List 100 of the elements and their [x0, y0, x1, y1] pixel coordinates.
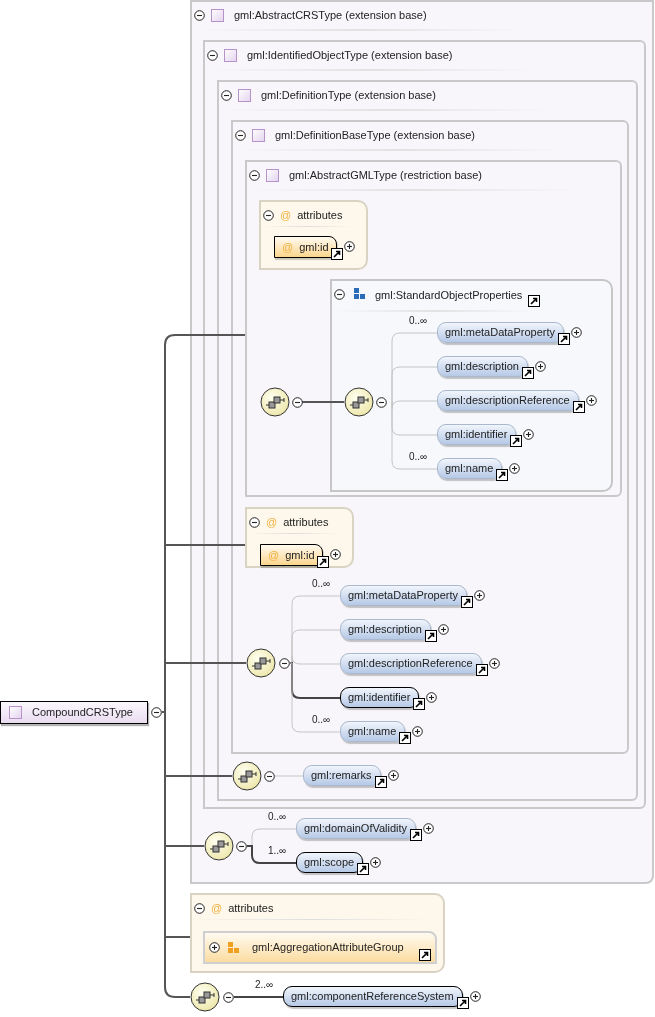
- link-arrow-icon[interactable]: [316, 556, 329, 568]
- type-icon: [266, 168, 279, 182]
- collapse-icon[interactable]: [151, 707, 162, 718]
- element-node[interactable]: gml:descriptionReference: [437, 390, 579, 411]
- base-type-label: gml:AbstractCRSType (extension base): [234, 8, 427, 23]
- collapse-icon[interactable]: [221, 89, 232, 101]
- occurrence-label: 0..∞: [312, 579, 331, 589]
- expand-icon[interactable]: [585, 395, 597, 406]
- expand-icon[interactable]: [488, 658, 500, 669]
- link-arrow-icon[interactable]: [475, 664, 488, 676]
- link-arrow-icon[interactable]: [374, 776, 387, 788]
- link-arrow-icon[interactable]: [425, 630, 437, 642]
- collapse-icon[interactable]: [249, 516, 260, 528]
- expand-icon[interactable]: [523, 429, 535, 440]
- link-arrow-icon[interactable]: [456, 997, 469, 1009]
- occurrence-label: 1..∞: [268, 846, 287, 856]
- type-icon: [224, 48, 237, 62]
- sequence-icon[interactable]: [344, 387, 375, 418]
- element-node[interactable]: gml:metaDataProperty: [437, 322, 565, 343]
- expand-icon[interactable]: [509, 463, 521, 474]
- attribute-node[interactable]: @ gml:id: [274, 236, 337, 258]
- expand-icon[interactable]: [469, 991, 481, 1002]
- attributes-label: attributes: [297, 208, 343, 223]
- element-node[interactable]: gml:domainOfValidity: [296, 818, 417, 839]
- link-arrow-icon[interactable]: [528, 295, 541, 307]
- base-type-label: gml:IdentifiedObjectType (extension base): [247, 48, 453, 63]
- occurrence-label: 0..∞: [268, 812, 287, 822]
- attributes-label: attributes: [228, 901, 274, 916]
- attribute-symbol: @: [211, 901, 223, 916]
- sequence-icon[interactable]: [246, 648, 277, 679]
- attribute-symbol: @: [266, 515, 278, 530]
- expand-icon[interactable]: [370, 857, 382, 868]
- collapse-icon[interactable]: [236, 841, 247, 852]
- link-arrow-icon[interactable]: [413, 698, 426, 710]
- element-node[interactable]: gml:scope: [296, 852, 364, 873]
- expand-icon[interactable]: [426, 692, 438, 703]
- element-node[interactable]: gml:name: [437, 458, 503, 479]
- sequence-icon[interactable]: [232, 761, 263, 792]
- link-arrow-icon[interactable]: [410, 829, 423, 841]
- attribute-node[interactable]: @ gml:id: [260, 544, 323, 566]
- connector-line: [164, 775, 233, 777]
- type-node[interactable]: CompoundCRSType: [0, 701, 148, 724]
- sequence-icon[interactable]: [260, 387, 291, 418]
- expand-icon[interactable]: [423, 823, 435, 834]
- occurrence-label: 0..∞: [409, 452, 428, 462]
- element-node[interactable]: gml:metaDataProperty: [340, 585, 468, 606]
- link-arrow-icon[interactable]: [496, 469, 509, 481]
- connector-line: [246, 845, 297, 864]
- collapse-icon[interactable]: [194, 9, 205, 21]
- collapse-icon[interactable]: [249, 169, 260, 181]
- expand-icon[interactable]: [329, 549, 341, 560]
- base-type-label: gml:DefinitionType (extension base): [261, 88, 436, 103]
- link-arrow-icon[interactable]: [419, 948, 431, 961]
- type-icon: [9, 706, 22, 719]
- collapse-icon[interactable]: [263, 209, 274, 221]
- link-arrow-icon[interactable]: [357, 863, 370, 875]
- link-arrow-icon[interactable]: [572, 401, 585, 413]
- collapse-icon[interactable]: [334, 289, 345, 300]
- link-arrow-icon[interactable]: [399, 732, 412, 744]
- element-node[interactable]: gml:description: [340, 619, 431, 640]
- expand-icon[interactable]: [474, 590, 486, 601]
- group-name: gml:StandardObjectProperties: [375, 288, 523, 303]
- connector-line: [161, 711, 166, 713]
- expand-icon[interactable]: [209, 942, 220, 953]
- collapse-icon[interactable]: [223, 992, 234, 1003]
- occurrence-label: 0..∞: [409, 316, 428, 326]
- connector-line: [233, 996, 284, 998]
- group-icon: [354, 288, 366, 300]
- element-node[interactable]: gml:componentReferenceSystem: [283, 986, 463, 1007]
- link-arrow-icon[interactable]: [330, 248, 343, 260]
- attribute-symbol: @: [280, 208, 292, 223]
- expand-icon[interactable]: [343, 241, 355, 252]
- expand-icon[interactable]: [387, 770, 399, 781]
- expand-icon[interactable]: [438, 624, 449, 635]
- expand-icon[interactable]: [535, 361, 546, 372]
- element-node[interactable]: gml:identifier: [437, 424, 517, 445]
- link-arrow-icon[interactable]: [522, 367, 534, 379]
- link-arrow-icon[interactable]: [510, 435, 523, 447]
- element-node[interactable]: gml:remarks: [303, 765, 381, 786]
- collapse-icon[interactable]: [376, 397, 387, 408]
- occurrence-label: 0..∞: [312, 715, 331, 725]
- link-arrow-icon[interactable]: [461, 596, 474, 608]
- element-node[interactable]: gml:name: [340, 721, 406, 742]
- sequence-icon[interactable]: [190, 982, 221, 1013]
- connector-line: [164, 845, 205, 847]
- collapse-icon[interactable]: [194, 902, 205, 914]
- expand-icon[interactable]: [412, 726, 424, 737]
- element-node[interactable]: gml:description: [437, 356, 528, 377]
- sequence-icon[interactable]: [204, 831, 235, 862]
- element-node[interactable]: gml:identifier: [340, 687, 420, 708]
- collapse-icon[interactable]: [279, 658, 290, 669]
- collapse-icon[interactable]: [235, 129, 246, 141]
- attribute-group-node[interactable]: gml:AggregationAttributeGroup: [203, 931, 437, 964]
- expand-icon[interactable]: [571, 327, 583, 338]
- link-arrow-icon[interactable]: [558, 333, 571, 345]
- collapse-icon[interactable]: [292, 397, 303, 408]
- collapse-icon[interactable]: [264, 771, 275, 782]
- base-type-label: gml:DefinitionBaseType (extension base): [275, 128, 475, 143]
- collapse-icon[interactable]: [207, 49, 218, 61]
- element-node[interactable]: gml:descriptionReference: [340, 653, 482, 674]
